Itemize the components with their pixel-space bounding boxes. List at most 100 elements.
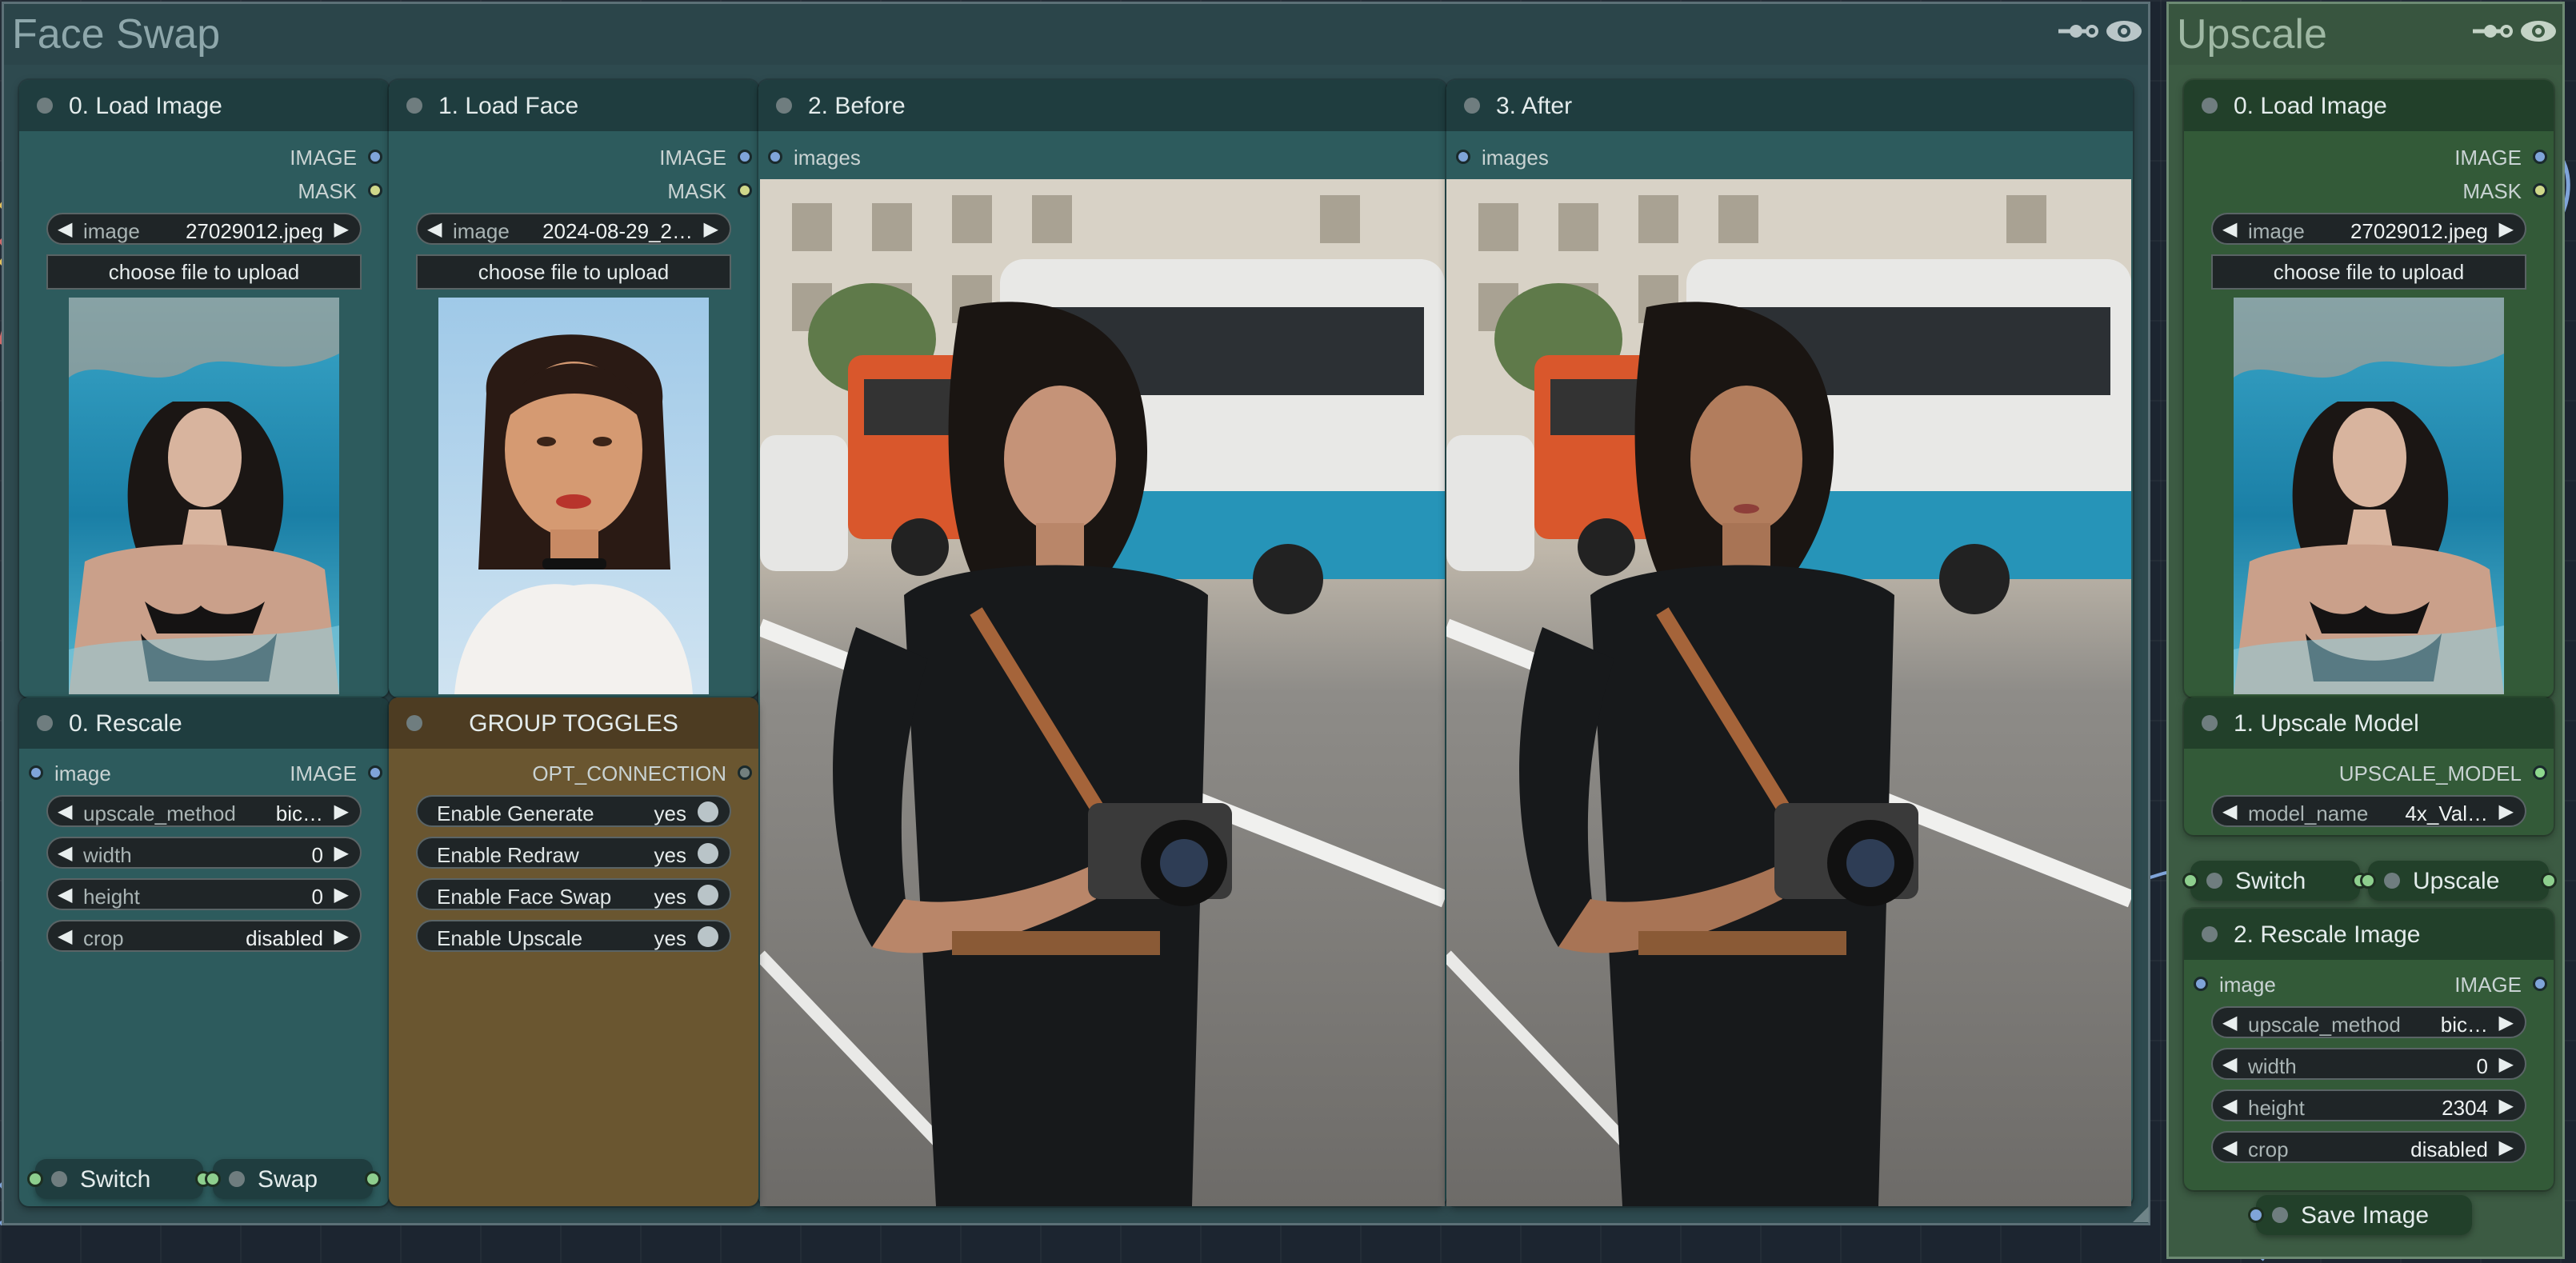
collapse-dot[interactable] bbox=[2206, 873, 2222, 889]
output-image-pin[interactable] bbox=[738, 150, 752, 164]
collapse-dot[interactable] bbox=[2202, 98, 2218, 114]
output-image-pin[interactable] bbox=[2533, 150, 2547, 164]
arrow-right-icon[interactable]: ▶ bbox=[334, 800, 349, 823]
output-image-pin[interactable] bbox=[2533, 977, 2547, 991]
upload-button[interactable]: choose file to upload bbox=[46, 254, 362, 290]
collapse-dot[interactable] bbox=[51, 1171, 67, 1187]
arrow-left-icon[interactable]: ◀ bbox=[58, 841, 72, 865]
output-mask-pin[interactable] bbox=[2533, 183, 2547, 198]
node-upscale-upscale[interactable]: Upscale bbox=[2360, 861, 2557, 901]
eye-icon[interactable] bbox=[2105, 17, 2143, 46]
arrow-left-icon[interactable]: ◀ bbox=[2222, 800, 2237, 823]
output-image-pin[interactable] bbox=[368, 765, 382, 780]
collapse-dot[interactable] bbox=[37, 98, 53, 114]
node-save-image[interactable]: Save Image bbox=[2248, 1195, 2472, 1235]
output-mask-pin[interactable] bbox=[368, 183, 382, 198]
arrow-left-icon[interactable]: ◀ bbox=[2222, 1136, 2237, 1159]
collapse-dot[interactable] bbox=[229, 1171, 245, 1187]
toggle-knob[interactable] bbox=[698, 885, 718, 905]
collapse-dot[interactable] bbox=[406, 98, 422, 114]
image-select-widget[interactable]: ◀ image 27029012.jpeg ▶ bbox=[46, 213, 362, 245]
input-images-pin[interactable] bbox=[1456, 150, 1470, 164]
arrow-right-icon[interactable]: ▶ bbox=[2499, 1136, 2514, 1159]
crop-widget[interactable]: ◀ crop disabled ▶ bbox=[46, 920, 362, 952]
image-select-widget[interactable]: ◀ image 2024-08-29_2… ▶ bbox=[416, 213, 731, 245]
collapse-dot[interactable] bbox=[2384, 873, 2400, 889]
crop-widget[interactable]: ◀ crop disabled ▶ bbox=[2211, 1131, 2526, 1163]
toggle-knob[interactable] bbox=[698, 843, 718, 864]
node-before[interactable]: 2. Before images bbox=[758, 80, 1446, 1206]
arrow-right-icon[interactable]: ▶ bbox=[704, 218, 718, 241]
arrow-right-icon[interactable]: ▶ bbox=[2499, 218, 2514, 241]
input-pin[interactable] bbox=[205, 1171, 221, 1187]
arrow-right-icon[interactable]: ▶ bbox=[334, 218, 349, 241]
upload-button[interactable]: choose file to upload bbox=[416, 254, 731, 290]
node-upscale-switch[interactable]: Switch bbox=[2182, 861, 2368, 901]
resize-handle-icon[interactable] bbox=[2133, 1206, 2149, 1222]
arrow-right-icon[interactable]: ▶ bbox=[2499, 1094, 2514, 1117]
output-mask-pin[interactable] bbox=[738, 183, 752, 198]
collapse-dot[interactable] bbox=[2202, 926, 2218, 942]
collapse-dot[interactable] bbox=[776, 98, 792, 114]
collapse-dot[interactable] bbox=[1464, 98, 1480, 114]
output-pin[interactable] bbox=[2541, 873, 2557, 889]
arrow-right-icon[interactable]: ▶ bbox=[2499, 800, 2514, 823]
connection-icon[interactable] bbox=[2471, 17, 2513, 46]
input-pin[interactable] bbox=[2360, 873, 2376, 889]
collapse-dot[interactable] bbox=[2202, 715, 2218, 731]
arrow-left-icon[interactable]: ◀ bbox=[58, 800, 72, 823]
node-upscale-load-image[interactable]: 0. Load Image IMAGE MASK ◀ image 2702901… bbox=[2184, 80, 2554, 697]
arrow-left-icon[interactable]: ◀ bbox=[2222, 1011, 2237, 1034]
width-widget[interactable]: ◀ width 0 ▶ bbox=[46, 837, 362, 869]
arrow-left-icon[interactable]: ◀ bbox=[2222, 1094, 2237, 1117]
node-rescale-image[interactable]: 2. Rescale Image image IMAGE ◀ upscale_m… bbox=[2184, 909, 2554, 1190]
arrow-right-icon[interactable]: ▶ bbox=[2499, 1053, 2514, 1076]
node-switch[interactable]: Switch bbox=[27, 1159, 211, 1199]
input-image-pin[interactable] bbox=[2194, 977, 2208, 991]
toggle-knob[interactable] bbox=[698, 801, 718, 822]
arrow-right-icon[interactable]: ▶ bbox=[334, 883, 349, 906]
model-name-widget[interactable]: ◀ model_name 4x_Val… ▶ bbox=[2211, 795, 2526, 827]
collapse-dot[interactable] bbox=[37, 715, 53, 731]
eye-icon[interactable] bbox=[2519, 17, 2558, 46]
arrow-left-icon[interactable]: ◀ bbox=[58, 925, 72, 948]
arrow-right-icon[interactable]: ▶ bbox=[334, 841, 349, 865]
arrow-left-icon[interactable]: ◀ bbox=[58, 883, 72, 906]
upscale-method-widget[interactable]: ◀ upscale_method bic… ▶ bbox=[46, 795, 362, 827]
arrow-left-icon[interactable]: ◀ bbox=[2222, 218, 2237, 241]
input-pin[interactable] bbox=[27, 1171, 43, 1187]
toggle-enable-redraw[interactable]: Enable Redraw yes bbox=[416, 837, 731, 869]
height-widget[interactable]: ◀ height 0 ▶ bbox=[46, 878, 362, 910]
connection-icon[interactable] bbox=[2057, 17, 2098, 46]
arrow-right-icon[interactable]: ▶ bbox=[334, 925, 349, 948]
width-widget[interactable]: ◀ width 0 ▶ bbox=[2211, 1048, 2526, 1080]
node-group-toggles[interactable]: GROUP TOGGLES OPT_CONNECTION Enable Gene… bbox=[389, 697, 758, 1206]
output-image-pin[interactable] bbox=[368, 150, 382, 164]
arrow-right-icon[interactable]: ▶ bbox=[2499, 1011, 2514, 1034]
arrow-left-icon[interactable]: ◀ bbox=[2222, 1053, 2237, 1076]
output-opt-connection-pin[interactable] bbox=[738, 765, 752, 780]
input-image-pin[interactable] bbox=[29, 765, 43, 780]
node-swap[interactable]: Swap bbox=[205, 1159, 381, 1199]
input-images-pin[interactable] bbox=[768, 150, 782, 164]
node-load-image[interactable]: 0. Load Image IMAGE MASK ◀ image 2702901… bbox=[19, 80, 389, 697]
toggle-knob[interactable] bbox=[698, 926, 718, 947]
collapse-dot[interactable] bbox=[2272, 1207, 2288, 1223]
output-upscale-model-pin[interactable] bbox=[2533, 765, 2547, 780]
node-upscale-model[interactable]: 1. Upscale Model UPSCALE_MODEL ◀ model_n… bbox=[2184, 697, 2554, 835]
image-select-widget[interactable]: ◀ image 27029012.jpeg ▶ bbox=[2211, 213, 2526, 245]
toggle-enable-generate[interactable]: Enable Generate yes bbox=[416, 795, 731, 827]
input-pin[interactable] bbox=[2248, 1207, 2264, 1223]
node-load-face[interactable]: 1. Load Face IMAGE MASK ◀ image 2024-08-… bbox=[389, 80, 758, 697]
toggle-enable-face-swap[interactable]: Enable Face Swap yes bbox=[416, 878, 731, 910]
input-pin[interactable] bbox=[2182, 873, 2198, 889]
upload-button[interactable]: choose file to upload bbox=[2211, 254, 2526, 290]
toggle-enable-upscale[interactable]: Enable Upscale yes bbox=[416, 920, 731, 952]
node-after[interactable]: 3. After images bbox=[1446, 80, 2133, 1206]
arrow-left-icon[interactable]: ◀ bbox=[427, 218, 442, 241]
arrow-left-icon[interactable]: ◀ bbox=[58, 218, 72, 241]
output-pin[interactable] bbox=[365, 1171, 381, 1187]
node-rescale[interactable]: 0. Rescale image IMAGE ◀ upscale_method … bbox=[19, 697, 389, 1206]
upscale-method-widget[interactable]: ◀ upscale_method bic… ▶ bbox=[2211, 1006, 2526, 1038]
height-widget[interactable]: ◀ height 2304 ▶ bbox=[2211, 1089, 2526, 1121]
